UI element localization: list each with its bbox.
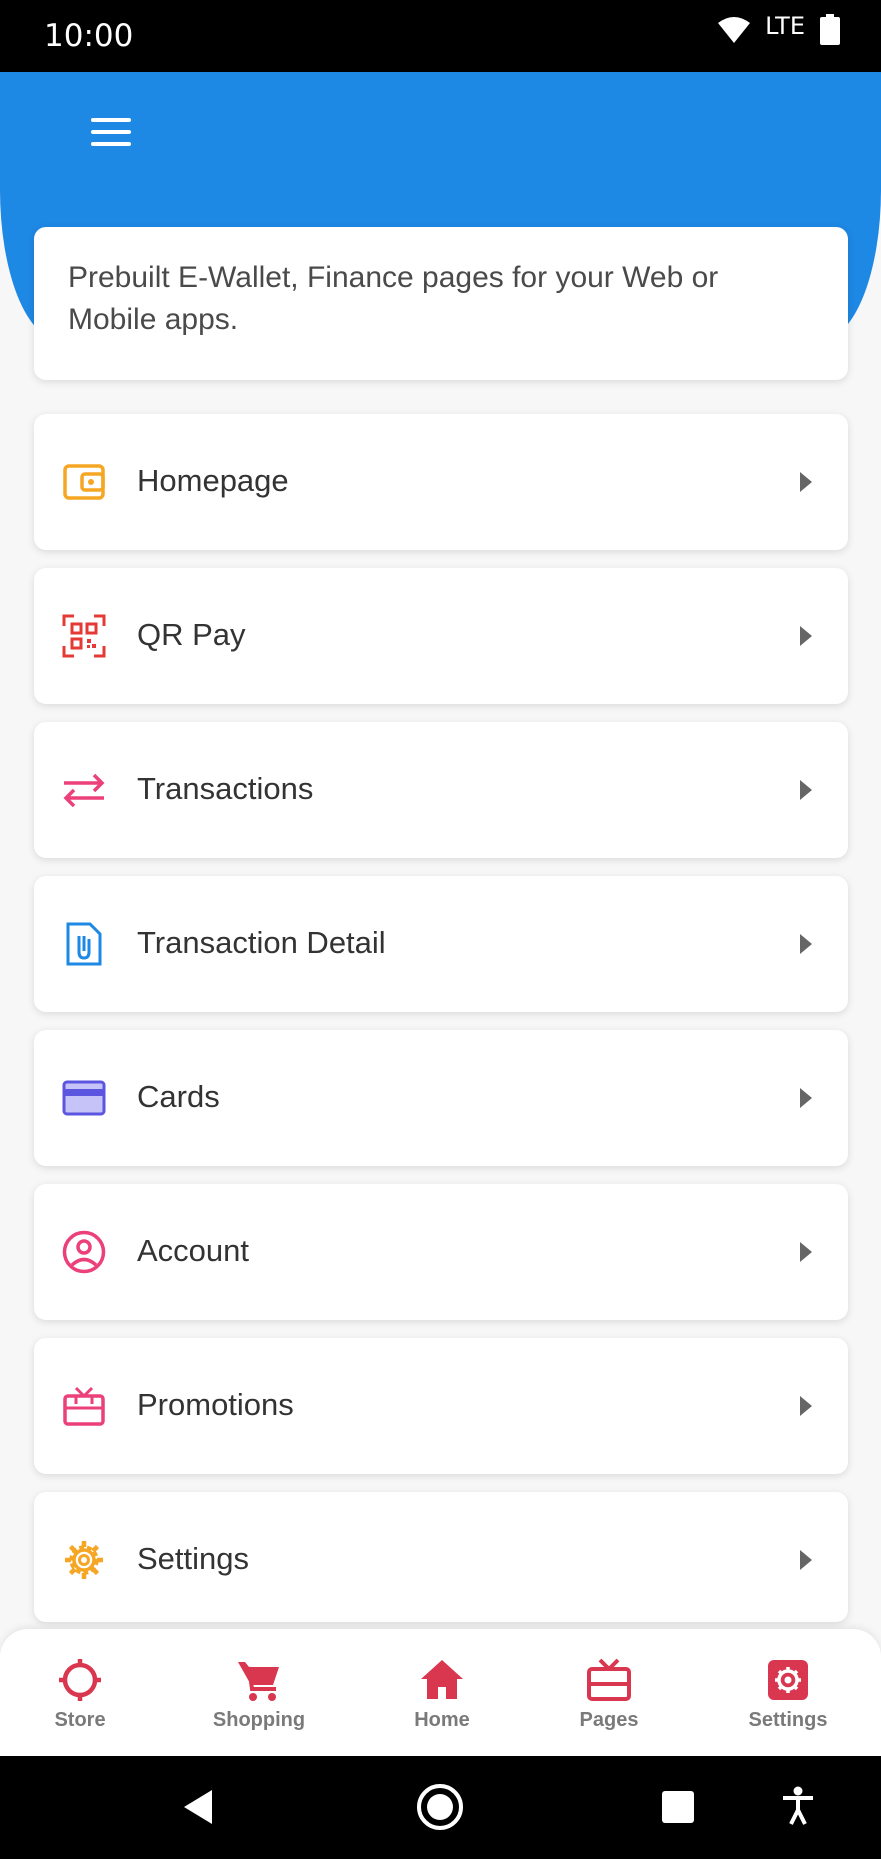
recents-icon[interactable]: [661, 1790, 695, 1824]
user-circle-icon: [62, 1230, 106, 1274]
menu-line-icon: [91, 118, 131, 122]
menu-item-label: Transactions: [137, 771, 314, 806]
menu-item-homepage[interactable]: Homepage: [34, 414, 848, 550]
nav-label: Shopping: [212, 1709, 306, 1731]
menu-item-label: Cards: [137, 1079, 220, 1114]
qr-code-icon: [62, 614, 106, 658]
intro-text: Prebuilt E-Wallet, Finance pages for you…: [68, 261, 719, 336]
menu-item-transaction-detail[interactable]: Transaction Detail: [34, 876, 848, 1012]
chevron-right-icon: [800, 1396, 812, 1416]
menu-item-label: Promotions: [137, 1387, 294, 1422]
nav-label: Store: [54, 1709, 106, 1731]
wifi-icon: [718, 17, 751, 43]
menu-item-label: QR Pay: [137, 617, 246, 652]
chevron-right-icon: [800, 934, 812, 954]
chevron-right-icon: [800, 1242, 812, 1262]
nav-label: Home: [414, 1709, 470, 1731]
menu-line-icon: [91, 142, 131, 146]
battery-icon: [820, 14, 840, 45]
status-icons: LTE: [717, 12, 841, 46]
chevron-right-icon: [800, 626, 812, 646]
nav-home[interactable]: Home: [372, 1657, 512, 1747]
nav-settings[interactable]: Settings: [718, 1657, 858, 1747]
status-bar: 10:00 LTE: [0, 0, 881, 72]
cart-icon: [238, 1662, 279, 1701]
gear-icon: [65, 1541, 103, 1579]
transfer-arrows-icon: [63, 773, 105, 808]
gift-icon: [63, 1386, 105, 1426]
menu-item-settings[interactable]: Settings: [34, 1492, 848, 1622]
credit-card-icon: [62, 1080, 106, 1116]
intro-card: Prebuilt E-Wallet, Finance pages for you…: [34, 227, 848, 380]
menu-item-cards[interactable]: Cards: [34, 1030, 848, 1166]
chevron-right-icon: [800, 1550, 812, 1570]
back-icon[interactable]: [182, 1788, 214, 1826]
menu-item-transactions[interactable]: Transactions: [34, 722, 848, 858]
gift-box-icon: [587, 1658, 631, 1701]
chevron-right-icon: [800, 472, 812, 492]
menu-item-qr-pay[interactable]: QR Pay: [34, 568, 848, 704]
nav-label: Settings: [748, 1709, 828, 1731]
nav-pages[interactable]: Pages: [539, 1657, 679, 1747]
nav-shopping[interactable]: Shopping: [189, 1657, 329, 1747]
network-type: LTE: [765, 12, 805, 40]
chevron-right-icon: [800, 780, 812, 800]
menu-line-icon: [91, 130, 131, 134]
status-time: 10:00: [44, 18, 134, 54]
home-icon: [421, 1660, 463, 1699]
nav-store[interactable]: Store: [10, 1657, 150, 1747]
menu-item-promotions[interactable]: Promotions: [34, 1338, 848, 1474]
target-icon: [59, 1659, 101, 1701]
system-navigation-bar: [0, 1756, 881, 1859]
wallet-icon: [63, 464, 105, 500]
menu-item-label: Homepage: [137, 463, 289, 498]
settings-cog-icon: [768, 1660, 808, 1700]
accessibility-icon[interactable]: [780, 1786, 816, 1826]
document-clip-icon: [66, 922, 102, 966]
home-circle-icon[interactable]: [416, 1783, 464, 1831]
menu-item-account[interactable]: Account: [34, 1184, 848, 1320]
bottom-navigation: Store Shopping Home Pages Settings: [0, 1629, 881, 1756]
menu-item-label: Account: [137, 1233, 250, 1268]
nav-label: Pages: [579, 1709, 639, 1731]
menu-item-label: Settings: [137, 1541, 250, 1576]
menu-item-label: Transaction Detail: [137, 925, 386, 960]
chevron-right-icon: [800, 1088, 812, 1108]
